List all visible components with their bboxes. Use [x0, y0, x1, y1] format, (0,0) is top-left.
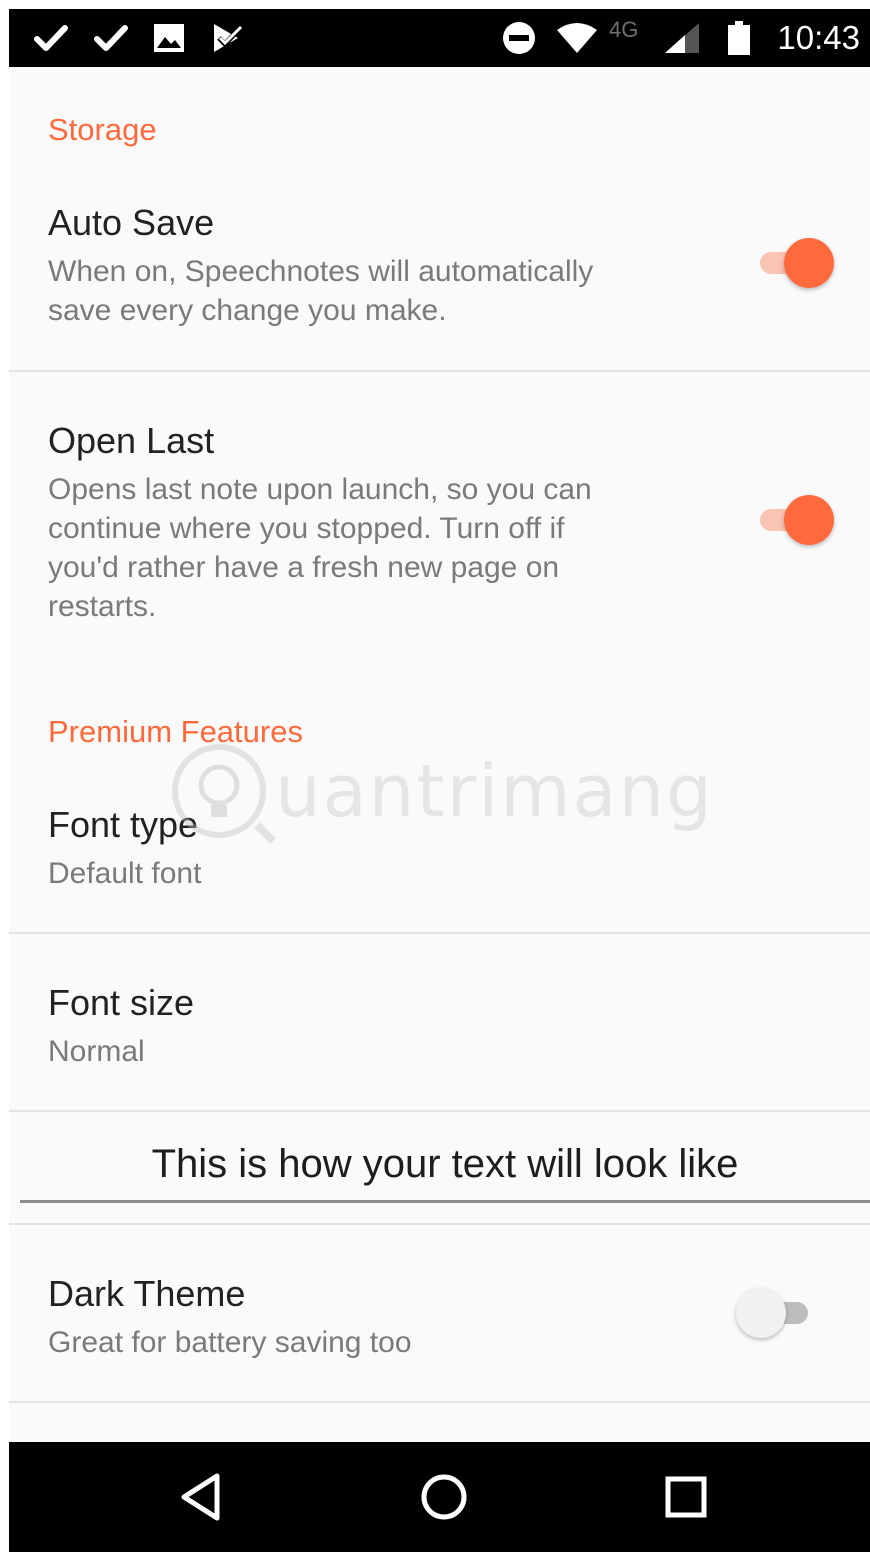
- divider: [9, 1110, 870, 1112]
- font-size-summary: Normal: [48, 1035, 145, 1068]
- switch-thumb: [784, 495, 834, 545]
- open-last-summary-line-1: Opens last note upon launch, so you can: [48, 473, 592, 506]
- open-last-switch[interactable]: [754, 495, 836, 545]
- check-icon: [91, 9, 131, 67]
- network-type-label: 4G: [609, 17, 639, 42]
- status-bar: 4G 10:43: [9, 9, 870, 67]
- auto-save-summary-line-2: save every change you make.: [48, 294, 447, 327]
- divider: [9, 1401, 870, 1403]
- back-icon[interactable]: [141, 1442, 261, 1552]
- font-size-title: Font size: [48, 982, 195, 1023]
- switch-thumb: [736, 1288, 786, 1338]
- image-icon: [149, 9, 189, 67]
- divider: [9, 1223, 870, 1225]
- open-last-summary-line-3: you'd rather have a fresh new page on: [48, 551, 560, 584]
- watermark: uantrimang: [157, 739, 737, 849]
- clock: 10:43: [777, 19, 860, 56]
- open-last-summary-line-2: continue where you stopped. Turn off if: [48, 512, 565, 545]
- storage-section-header: Storage: [48, 112, 157, 147]
- preview-underline: [20, 1200, 870, 1203]
- battery-icon: [721, 9, 757, 67]
- auto-save-switch[interactable]: [754, 238, 836, 288]
- wifi-icon: [553, 9, 601, 67]
- settings-screen: 4G 10:43 Storage Auto Save When on, Spee…: [9, 9, 870, 1552]
- divider: [9, 932, 870, 934]
- watermark-text: uantrimang: [275, 749, 714, 833]
- premium-section-header: Premium Features: [48, 714, 303, 749]
- font-preview-text: This is how your text will look like: [151, 1142, 739, 1186]
- checkbox-icon: [207, 9, 247, 67]
- do-not-disturb-icon: [499, 9, 539, 67]
- open-last-title: Open Last: [48, 420, 215, 461]
- dark-theme-switch[interactable]: [736, 1288, 818, 1338]
- dark-theme-summary: Great for battery saving too: [48, 1326, 412, 1359]
- auto-save-summary-line-1: When on, Speechnotes will automatically: [48, 255, 594, 288]
- signal-icon: [661, 9, 703, 67]
- switch-thumb: [784, 238, 834, 288]
- dark-theme-title: Dark Theme: [48, 1273, 246, 1314]
- open-last-summary-line-4: restarts.: [48, 590, 157, 623]
- auto-save-title: Auto Save: [48, 202, 215, 243]
- home-icon[interactable]: [384, 1442, 504, 1552]
- font-type-summary: Default font: [48, 857, 202, 890]
- navigation-bar: [9, 1442, 870, 1552]
- divider: [9, 370, 870, 372]
- recents-icon[interactable]: [626, 1442, 746, 1552]
- check-icon: [31, 9, 71, 67]
- font-type-title: Font type: [48, 804, 199, 845]
